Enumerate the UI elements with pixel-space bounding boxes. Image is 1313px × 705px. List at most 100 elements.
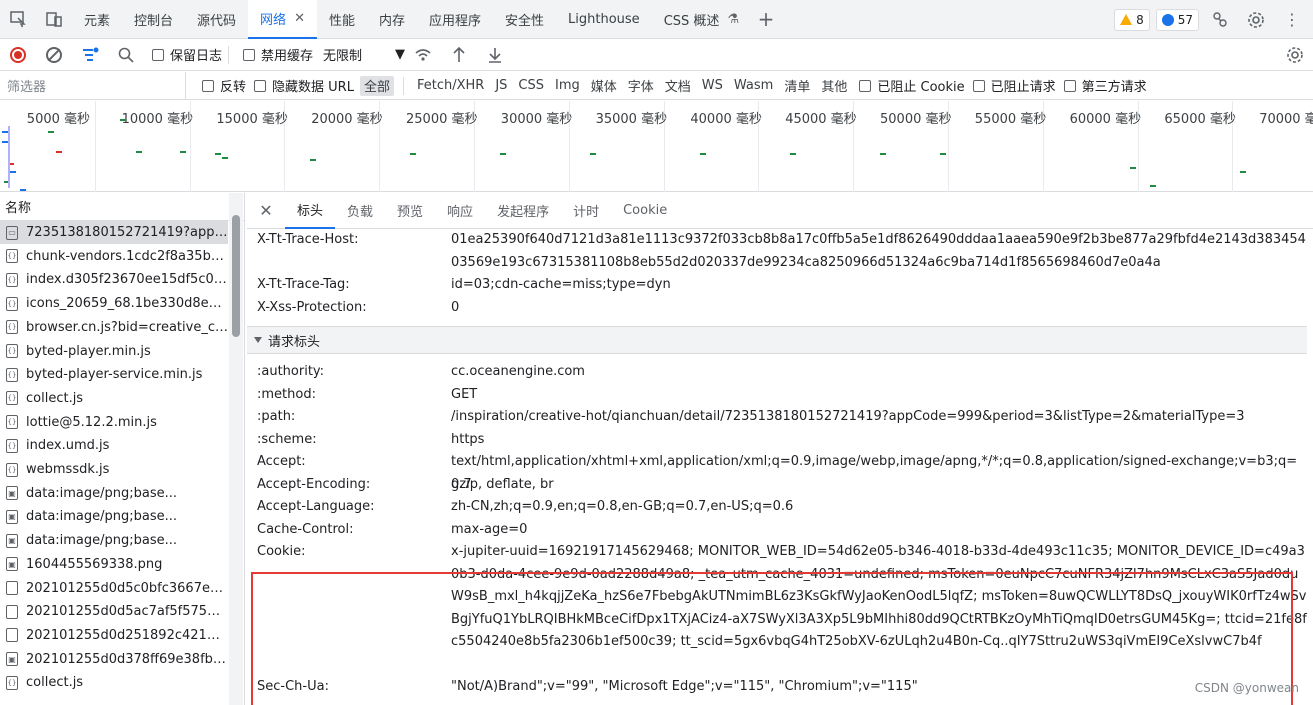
tab-1[interactable]: 控制台 xyxy=(122,0,185,39)
request-row[interactable]: {} collect.js xyxy=(0,671,228,694)
header-value[interactable]: https xyxy=(451,429,1307,452)
filter-chip-0[interactable]: 全部 xyxy=(359,75,394,96)
request-row[interactable]: {} collect.js xyxy=(0,387,228,410)
disable-cache-checkbox[interactable]: 禁用缓存 xyxy=(243,45,313,64)
close-tab-icon[interactable]: ✕ xyxy=(294,11,305,26)
filter-chip-7[interactable]: 文档 xyxy=(661,76,695,96)
request-row[interactable]: {} icons_20659_68.1be330d8e052... xyxy=(0,292,228,315)
filter-chip-5[interactable]: 媒体 xyxy=(587,76,621,96)
request-headers-section-toggle[interactable]: 请求标头 xyxy=(247,326,1307,354)
header-value[interactable]: cc.oceanengine.com xyxy=(451,361,1307,384)
request-row[interactable]: ▣ data:image/png;base... xyxy=(0,505,228,528)
clear-button[interactable] xyxy=(36,39,72,71)
filter-chip-9[interactable]: Wasm xyxy=(730,76,777,96)
network-conditions-button[interactable] xyxy=(405,39,441,71)
detail-tab-2[interactable]: 预览 xyxy=(385,193,435,229)
request-row[interactable]: 202101255d0d5c0bfc3667e047... xyxy=(0,577,228,600)
invert-checkbox[interactable]: 反转 xyxy=(202,76,246,95)
header-value[interactable]: 0 xyxy=(451,297,1307,320)
name-column-header[interactable]: 名称 xyxy=(0,193,244,221)
filter-chip-10[interactable]: 清单 xyxy=(780,76,814,96)
blocked-requests-checkbox[interactable]: 已阻止请求 xyxy=(972,76,1056,95)
request-row[interactable]: ▣ 1604455569338.png xyxy=(0,553,228,576)
request-row[interactable]: {} byted-player-service.min.js xyxy=(0,363,228,386)
header-value[interactable]: 01ea25390f640d7121d3a81e1113c9372f033cb8… xyxy=(451,229,1307,274)
search-icon xyxy=(118,47,134,63)
filter-chip-11[interactable]: 其他 xyxy=(817,76,851,96)
detail-tab-4[interactable]: 发起程序 xyxy=(485,193,561,229)
request-row[interactable]: {} index.umd.js xyxy=(0,434,228,457)
request-row[interactable]: ▭ 7235138180152721419?appCo... xyxy=(0,221,228,244)
request-row[interactable]: {} webmssdk.js xyxy=(0,458,228,481)
image-icon: ▣ xyxy=(6,652,18,667)
header-name: :method: xyxy=(257,386,316,402)
third-party-checkbox[interactable]: 第三方请求 xyxy=(1063,76,1147,95)
request-name: index.d305f23670ee15df5c0f.js xyxy=(26,272,228,288)
header-value[interactable]: GET xyxy=(451,384,1307,407)
tab-9[interactable]: CSS 概述 ⚗ xyxy=(652,0,751,39)
detail-tab-6[interactable]: Cookie xyxy=(611,193,679,229)
detail-tab-5[interactable]: 计时 xyxy=(561,193,611,229)
filter-chip-8[interactable]: WS xyxy=(698,76,727,96)
detail-tab-0[interactable]: 标头 xyxy=(285,193,336,229)
hide-data-url-checkbox[interactable]: 隐藏数据 URL xyxy=(254,76,354,95)
record-button[interactable] xyxy=(0,39,36,71)
tab-3[interactable]: 网络 ✕ xyxy=(248,0,317,39)
messages-badge[interactable]: 57 xyxy=(1155,8,1199,31)
request-row[interactable]: 202101255d0d5ac7af5f5755457... xyxy=(0,600,228,623)
device-toolbar-icon[interactable] xyxy=(36,0,72,39)
request-name: 202101255d0d5ac7af5f5755457... xyxy=(26,604,228,620)
script-icon: {} xyxy=(6,367,18,382)
checkbox-box xyxy=(202,79,214,92)
request-row[interactable]: 202101255d0d251892c4219941... xyxy=(0,624,228,647)
request-row[interactable]: ▣ 202101255d0d378ff69e38fb429... xyxy=(0,648,228,671)
detail-tab-3[interactable]: 响应 xyxy=(435,193,485,229)
request-list-scrollbar[interactable] xyxy=(229,193,243,705)
header-value[interactable]: zh-CN,zh;q=0.9,en;q=0.8,en-GB;q=0.7,en-U… xyxy=(451,496,1307,519)
customize-icon[interactable] xyxy=(1205,5,1235,35)
header-value[interactable]: id=03;cdn-cache=miss;type=dyn xyxy=(451,274,1307,297)
more-tabs-plus-icon[interactable]: + xyxy=(751,7,781,31)
request-row[interactable]: {} browser.cn.js?bid=creative_cent... xyxy=(0,316,228,339)
request-row[interactable]: {} lottie@5.12.2.min.js xyxy=(0,411,228,434)
close-detail-icon[interactable]: ✕ xyxy=(247,201,285,220)
request-name: 202101255d0d251892c4219941... xyxy=(26,627,228,643)
request-name: 1604455569338.png xyxy=(26,556,163,572)
request-row[interactable]: {} chunk-vendors.1cdc2f8a35b99f... xyxy=(0,245,228,268)
search-button[interactable] xyxy=(108,39,144,71)
network-overview-timeline[interactable]: 5000 毫秒 10000 毫秒 15000 毫秒 20000 毫秒 25000 毫秒 3… xyxy=(0,101,1313,192)
request-row[interactable]: {} byted-player.min.js xyxy=(0,340,228,363)
filter-chip-3[interactable]: CSS xyxy=(514,76,548,96)
tab-4[interactable]: 性能 xyxy=(317,0,367,39)
tab-6[interactable]: 应用程序 xyxy=(417,0,493,39)
throttling-select[interactable]: 无限制 ▼ xyxy=(323,45,405,64)
detail-tab-1[interactable]: 负载 xyxy=(335,193,385,229)
request-row[interactable]: {} index.d305f23670ee15df5c0f.js xyxy=(0,268,228,291)
header-value[interactable]: /inspiration/creative-hot/qianchuan/deta… xyxy=(451,406,1307,429)
header-value[interactable]: max-age=0 xyxy=(451,519,1307,542)
scrollbar-thumb[interactable] xyxy=(232,215,240,337)
filter-chip-6[interactable]: 字体 xyxy=(624,76,658,96)
network-settings-button[interactable] xyxy=(1277,39,1313,71)
tab-0[interactable]: 元素 xyxy=(72,0,122,39)
filter-toggle-button[interactable] xyxy=(72,39,108,71)
more-options-icon[interactable]: ⋮ xyxy=(1277,5,1307,35)
blocked-cookies-checkbox[interactable]: 已阻止 Cookie xyxy=(859,76,965,95)
request-row[interactable]: ▣ data:image/png;base... xyxy=(0,482,228,505)
filter-chip-1[interactable]: Fetch/XHR xyxy=(413,76,488,96)
preserve-log-checkbox[interactable]: 保留日志 xyxy=(152,45,222,64)
filter-input[interactable]: 筛选器 xyxy=(0,71,186,100)
import-har-button[interactable] xyxy=(441,39,477,71)
warnings-badge[interactable]: 8 xyxy=(1114,8,1150,31)
export-har-button[interactable] xyxy=(477,39,513,71)
header-value[interactable]: gzip, deflate, br xyxy=(451,474,1307,497)
inspect-element-icon[interactable] xyxy=(0,0,36,39)
tab-2[interactable]: 源代码 xyxy=(185,0,248,39)
settings-gear-icon[interactable] xyxy=(1241,5,1271,35)
tab-8[interactable]: Lighthouse xyxy=(556,0,652,39)
tab-5[interactable]: 内存 xyxy=(367,0,417,39)
filter-chip-4[interactable]: Img xyxy=(551,76,584,96)
request-row[interactable]: ▣ data:image/png;base... xyxy=(0,529,228,552)
tab-7[interactable]: 安全性 xyxy=(493,0,556,39)
filter-chip-2[interactable]: JS xyxy=(491,76,511,96)
